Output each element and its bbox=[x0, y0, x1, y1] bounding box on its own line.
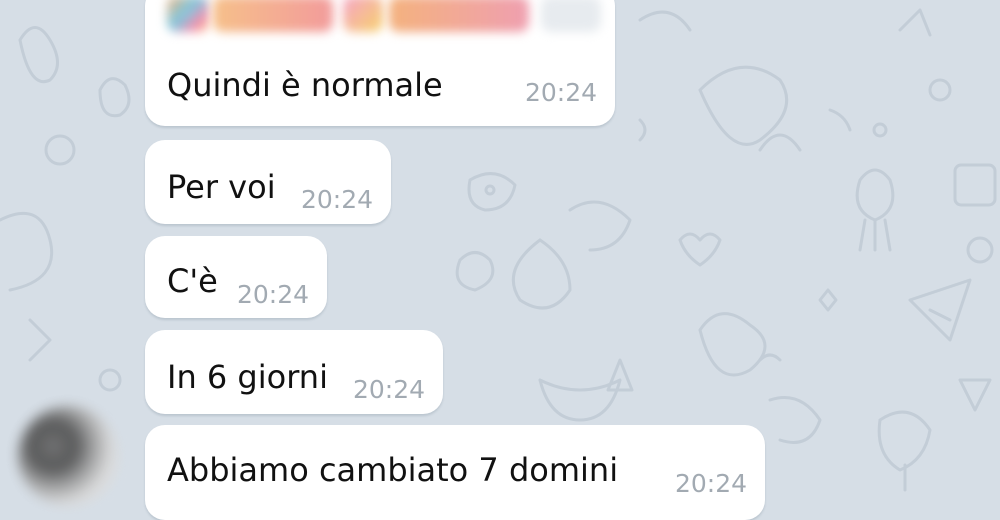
message-bubble: Quindi è normale 20:24 bbox=[145, 0, 615, 126]
message-time: 20:24 bbox=[300, 185, 373, 214]
message-time: 20:24 bbox=[352, 375, 425, 404]
message-text: Per voi bbox=[167, 168, 276, 206]
message-bubble: Per voi 20:24 bbox=[145, 140, 391, 224]
message-text: Quindi è normale bbox=[167, 66, 443, 104]
message-time: 20:24 bbox=[236, 280, 309, 309]
message-time: 20:24 bbox=[674, 469, 747, 498]
message-bubble: In 6 giorni 20:24 bbox=[145, 330, 443, 414]
sender-name bbox=[167, 0, 601, 32]
message-bubble: C'è 20:24 bbox=[145, 236, 327, 318]
message-text: Abbiamo cambiato 7 domini bbox=[167, 451, 619, 489]
message-bubble: Abbiamo cambiato 7 domini 20:24 bbox=[145, 425, 765, 520]
message-text: In 6 giorni bbox=[167, 358, 328, 396]
message-time: 20:24 bbox=[524, 78, 597, 107]
message-text: C'è bbox=[167, 262, 218, 300]
sender-avatar[interactable] bbox=[18, 406, 118, 506]
